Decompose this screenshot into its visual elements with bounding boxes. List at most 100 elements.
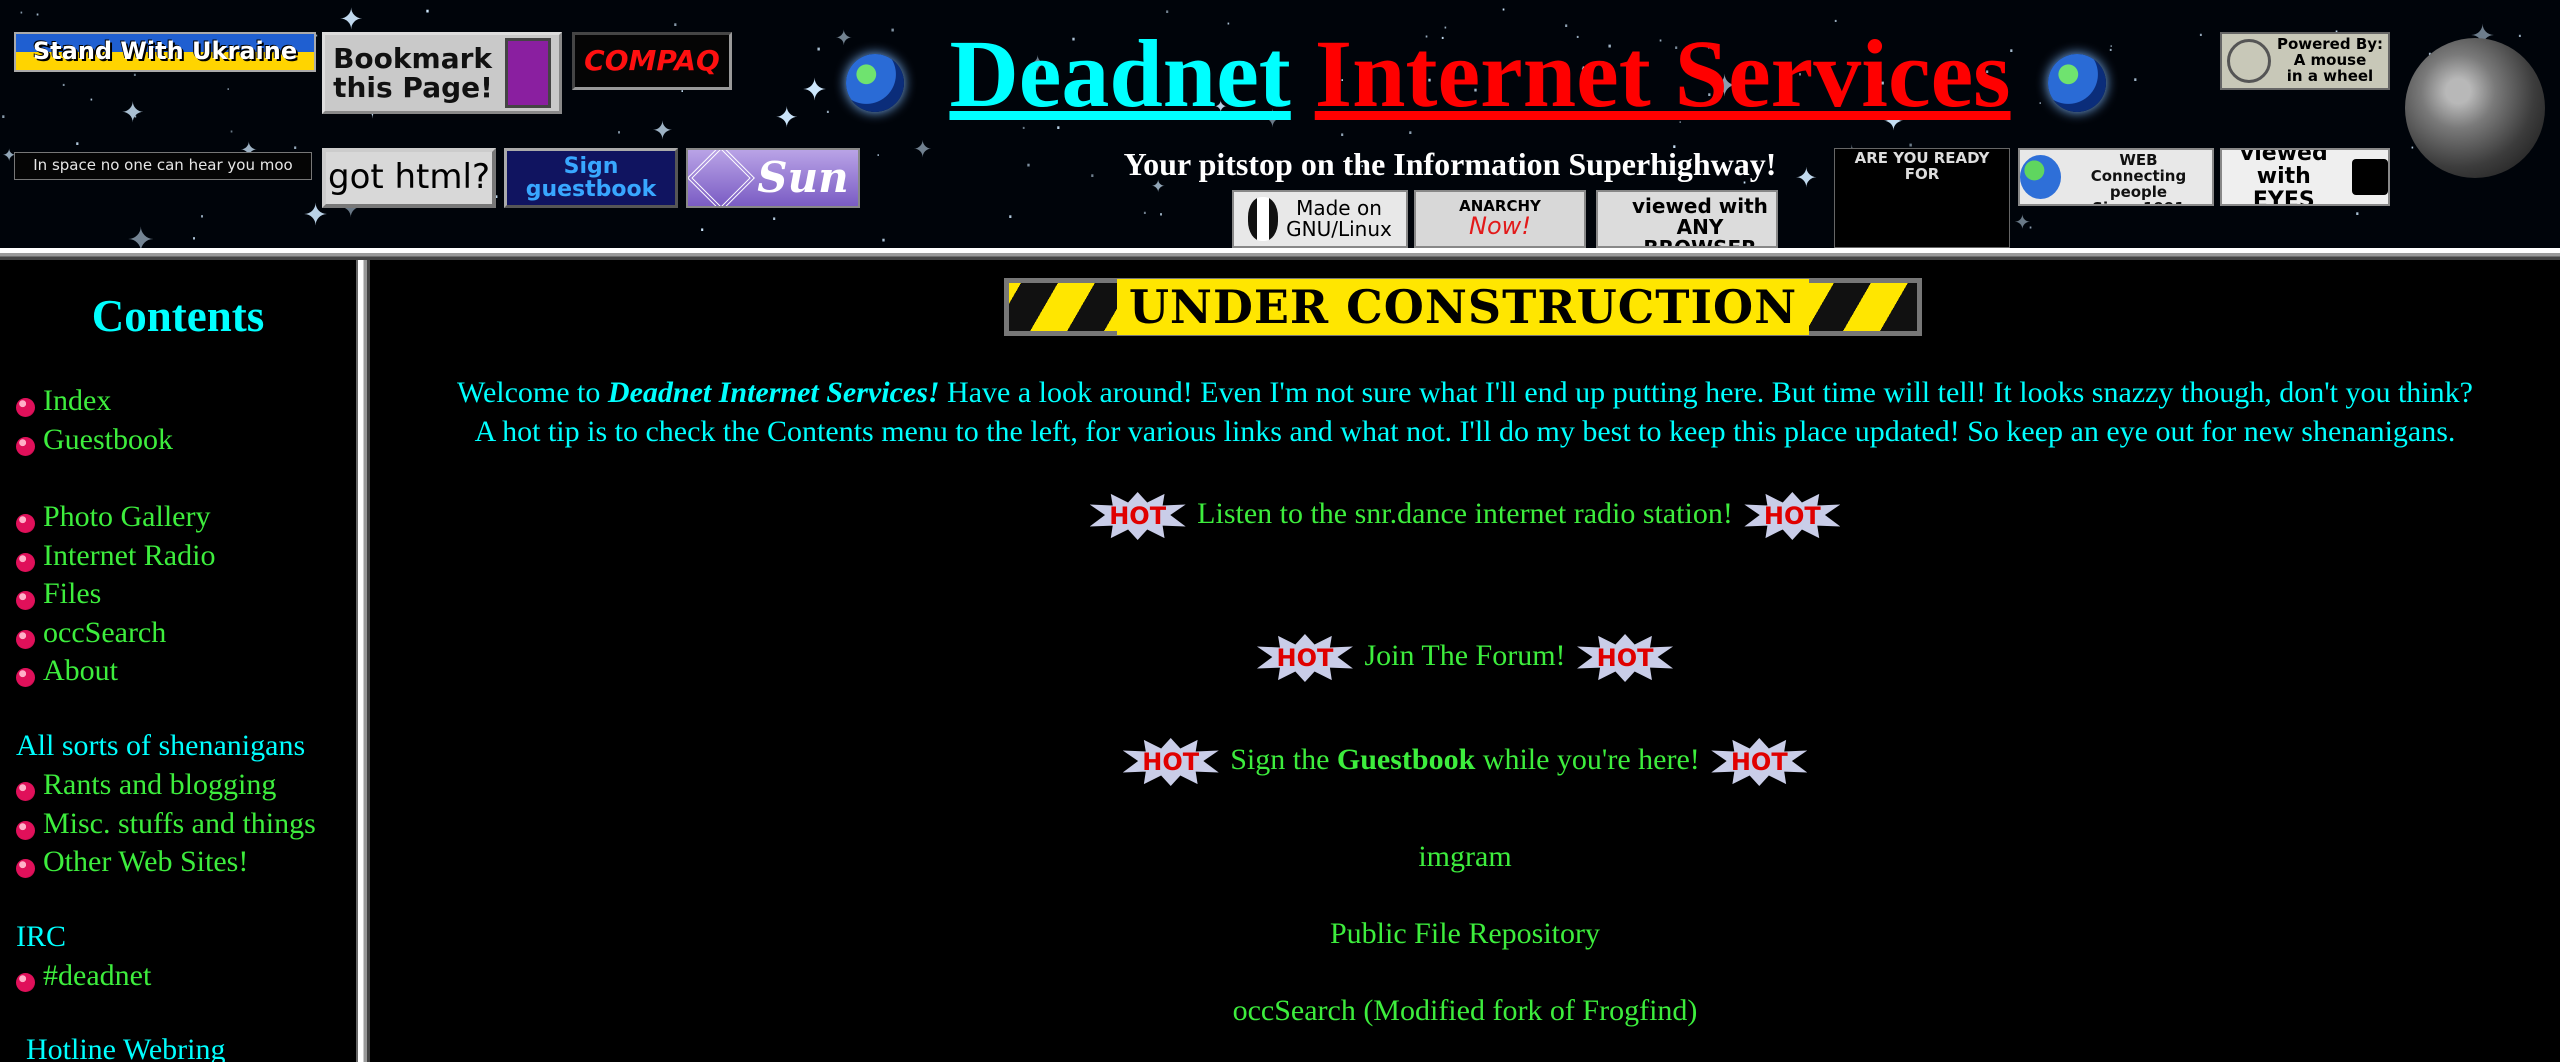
bookmark-page-button[interactable]: Bookmark this Page! xyxy=(322,32,562,114)
sidebar-heading-irc: IRC xyxy=(16,920,67,953)
sign-guestbook-button[interactable]: Sign guestbook xyxy=(504,148,678,208)
hot-burst-icon: HOT xyxy=(1256,634,1353,682)
hot-burst-icon: HOT xyxy=(1122,738,1219,786)
site-title: Deadnet Internet Services xyxy=(940,26,2020,122)
welcome-site-name: Deadnet Internet Services! xyxy=(607,376,940,409)
gnu-linux-label: Made on GNU/Linux xyxy=(1286,196,1392,241)
star-sparkle: · xyxy=(2198,25,2204,46)
compaq-label: COMPAQ xyxy=(584,44,720,78)
sidebar-item-index[interactable]: Index xyxy=(16,382,173,421)
sidebar-item-deadnet-channel[interactable]: #deadnet xyxy=(16,957,151,996)
star-sparkle: · xyxy=(815,37,823,63)
star-sparkle: ✦ xyxy=(339,2,364,36)
sidebar-item-photo-gallery[interactable]: Photo Gallery xyxy=(16,498,215,537)
welcome-text: Welcome to Deadnet Internet Services! Ha… xyxy=(370,373,2560,451)
star-sparkle: · xyxy=(2038,96,2043,112)
hot-label: HOT xyxy=(1596,644,1654,672)
sidebar-item-rants[interactable]: Rants and blogging xyxy=(16,766,316,805)
radio-station-link[interactable]: Listen to the snr.dance internet radio s… xyxy=(1197,497,1733,530)
globe-icon-right xyxy=(2048,54,2106,112)
any-browser-badge[interactable]: viewed with ANY BROWSER xyxy=(1596,190,1778,248)
sidebar-group-pages: Photo Gallery Internet Radio Files occSe… xyxy=(16,498,215,691)
space-moo-label: In space no one can hear you moo xyxy=(33,156,293,175)
sidebar-item-label[interactable]: Guestbook xyxy=(43,423,173,456)
sun-logo-icon xyxy=(688,150,756,206)
book-icon xyxy=(504,38,551,108)
hot-label: HOT xyxy=(1763,502,1821,530)
sidebar-item-label[interactable]: About xyxy=(43,654,118,687)
sun-label: Sun xyxy=(757,152,849,202)
powered-by-mouse-label: Powered By: A mouse in a wheel xyxy=(2276,35,2384,85)
forum-row: HOT Join The Forum! HOT xyxy=(370,634,2560,692)
stand-with-ukraine-label: Stand With Ukraine xyxy=(32,37,298,66)
are-you-ready-badge: ARE YOU READY FOR xyxy=(1834,148,2010,248)
sun-microsystems-badge[interactable]: Sun xyxy=(686,148,860,208)
sidebar-item-label[interactable]: Misc. stuffs and things xyxy=(43,807,316,840)
imgram-link[interactable]: imgram xyxy=(370,840,2560,874)
star-sparkle: · xyxy=(2108,41,2114,61)
header: ····✦······✦······✦·✦✦·✦··✦✦··✦·········… xyxy=(0,0,2560,248)
sidebar-item-occsearch[interactable]: occSearch xyxy=(16,614,215,653)
sidebar-heading-shenanigans: All sorts of shenanigans xyxy=(16,729,306,762)
star-sparkle: · xyxy=(1158,204,1165,226)
star-sparkle: · xyxy=(226,82,231,98)
welcome-line-2: A hot tip is to check the Contents menu … xyxy=(474,415,2456,448)
sidebar-item-label[interactable]: Other Web Sites! xyxy=(43,845,248,878)
sidebar-item-label[interactable]: Index xyxy=(43,384,111,417)
star-sparkle: · xyxy=(2517,26,2523,47)
star-sparkle: · xyxy=(2028,218,2034,237)
sidebar-item-files[interactable]: Files xyxy=(16,575,215,614)
star-sparkle: · xyxy=(229,122,235,141)
sidebar-item-about[interactable]: About xyxy=(16,652,215,691)
sidebar-item-label[interactable]: occSearch xyxy=(43,616,166,649)
star-sparkle: · xyxy=(1501,0,1507,19)
hot-burst-icon: HOT xyxy=(1711,738,1808,786)
sidebar-item-label[interactable]: Internet Radio xyxy=(43,539,215,572)
bookmark-page-label: Bookmark this Page! xyxy=(333,41,493,104)
sign-guestbook-label: Sign guestbook xyxy=(525,153,657,202)
got-html-badge[interactable]: got html? xyxy=(322,148,496,208)
welcome-prefix: Welcome to xyxy=(457,376,608,409)
sidebar-item-misc[interactable]: Misc. stuffs and things xyxy=(16,805,316,844)
sidebar-item-guestbook[interactable]: Guestbook xyxy=(16,421,173,460)
any-browser-label: viewed with ANY BROWSER xyxy=(1632,194,1768,248)
star-sparkle: ✦ xyxy=(835,26,853,50)
anarchy-now-badge[interactable]: ANARCHY Now! xyxy=(1414,190,1586,248)
star-sparkle: · xyxy=(880,229,887,248)
are-you-ready-label: ARE YOU READY FOR xyxy=(1854,149,1990,183)
header-divider xyxy=(0,248,2560,260)
got-html-label: got html? xyxy=(327,157,490,198)
gnu-linux-badge[interactable]: Made on GNU/Linux xyxy=(1232,190,1408,248)
sidebar-group-shenanigans: All sorts of shenanigans Rants and blogg… xyxy=(16,726,316,882)
sidebar-item-other-sites[interactable]: Other Web Sites! xyxy=(16,843,316,882)
star-sparkle: · xyxy=(699,218,706,242)
world-wide-web-badge[interactable]: WORLD WIDE WEB Connecting people Since 1… xyxy=(2018,148,2214,206)
site-title-deadnet[interactable]: Deadnet xyxy=(949,20,1290,127)
site-title-internet-services[interactable]: Internet Services xyxy=(1315,20,2011,127)
sidebar-heading-hotline-webring[interactable]: Hotline Webring xyxy=(26,1030,226,1062)
moon-icon xyxy=(2405,38,2545,178)
sidebar-item-label[interactable]: #deadnet xyxy=(43,959,151,992)
sign-prefix: Sign the xyxy=(1230,742,1337,776)
star-sparkle: · xyxy=(35,5,41,24)
forum-link[interactable]: Join The Forum! xyxy=(1364,639,1565,672)
stand-with-ukraine-badge[interactable]: Stand With Ukraine xyxy=(14,32,316,72)
compaq-badge[interactable]: COMPAQ xyxy=(572,32,732,90)
star-sparkle: · xyxy=(133,108,138,126)
star-sparkle: · xyxy=(1142,203,1148,224)
welcome-suffix: Have a look around! Even I'm not sure wh… xyxy=(939,376,2473,409)
sidebar-item-internet-radio[interactable]: Internet Radio xyxy=(16,537,215,576)
sidebar-item-label[interactable]: Rants and blogging xyxy=(43,768,276,801)
anarchy-now-label: Now! xyxy=(1469,212,1531,241)
pink-bullet-icon xyxy=(16,820,35,840)
star-sparkle: · xyxy=(771,207,778,231)
sidebar-item-label[interactable]: Photo Gallery xyxy=(43,500,210,533)
star-sparkle: ✦ xyxy=(127,220,155,248)
guestbook-link[interactable]: Guestbook xyxy=(1337,743,1475,776)
viewed-with-eyes-badge[interactable]: viewed with EYES xyxy=(2220,148,2390,206)
public-file-repository-link[interactable]: Public File Repository xyxy=(370,917,2560,951)
hot-label: HOT xyxy=(1276,644,1334,672)
powered-by-mouse-badge[interactable]: Powered By: A mouse in a wheel xyxy=(2220,32,2390,90)
occsearch-link[interactable]: occSearch (Modified fork of Frogfind) xyxy=(370,994,2560,1028)
sidebar-item-label[interactable]: Files xyxy=(43,577,101,610)
